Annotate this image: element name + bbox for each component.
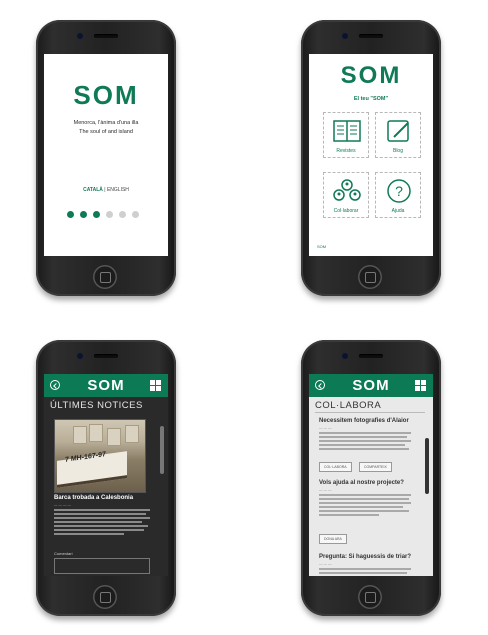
home-button[interactable] — [358, 585, 382, 609]
tagline-ca: Menorca, l'ànima d'una illa — [73, 120, 139, 126]
grid-menu-icon[interactable] — [150, 380, 161, 391]
front-camera — [77, 33, 83, 39]
menu-footer: SOM — [317, 244, 327, 249]
question-2-title[interactable]: Vols ajuda al nostre projecte? — [319, 480, 404, 486]
app-header: SOM — [44, 374, 168, 397]
news-screen: SOM ÚLTIMES NOTICES 7 MH-167-97 Barca tr… — [44, 374, 168, 576]
front-camera — [342, 33, 348, 39]
collabora-screen: SOM COL·LABORA Necessitem fotografies d'… — [309, 374, 433, 576]
phone-splash: SOM Menorca, l'ànima d'una illa The soul… — [36, 20, 176, 296]
home-button[interactable] — [93, 585, 117, 609]
tile-ajuda[interactable]: ? Ajuda — [375, 172, 421, 218]
home-button[interactable] — [93, 265, 117, 289]
lang-english[interactable]: ENGLISH — [107, 187, 129, 193]
menu-subtitle: El teu "SOM" — [353, 96, 389, 102]
menu-screen: SOM El teu "SOM" Revistes Blog Col·labor… — [309, 54, 433, 256]
collabora-button[interactable]: COL·LABORA — [319, 462, 352, 472]
language-selector: CATALÀ | ENGLISH — [44, 187, 168, 193]
app-logo: SOM — [73, 80, 139, 110]
phone-menu: SOM El teu "SOM" Revistes Blog Col·labor… — [301, 20, 441, 296]
scrollbar[interactable] — [160, 426, 164, 474]
question-2-text — [319, 494, 411, 518]
tile-label: Revistes — [336, 148, 356, 154]
earpiece — [94, 354, 118, 358]
page-dot[interactable] — [119, 211, 126, 218]
app-logo: SOM — [340, 62, 402, 89]
lang-catala[interactable]: CATALÀ — [83, 187, 103, 193]
article-title[interactable]: Barca trobada a Calesbonia — [54, 495, 133, 501]
earpiece — [359, 34, 383, 38]
grid-menu-icon[interactable] — [415, 380, 426, 391]
earpiece — [94, 34, 118, 38]
app-header: SOM — [309, 374, 433, 397]
page-indicator — [67, 211, 139, 218]
page-dot[interactable] — [93, 211, 100, 218]
article-date: — — — — — [54, 503, 71, 507]
tile-collaborar[interactable]: Col·laborar — [323, 172, 369, 218]
home-button[interactable] — [358, 265, 382, 289]
question-3-text — [319, 568, 411, 576]
question-1-date: — — — — [319, 426, 332, 430]
news-photo[interactable]: 7 MH-167-97 — [54, 419, 146, 493]
book-icon — [333, 120, 361, 142]
share-button[interactable]: COMPARTEIX — [359, 462, 392, 472]
question-2-date: — — — — [319, 488, 332, 492]
splash-screen: SOM Menorca, l'ànima d'una illa The soul… — [44, 54, 168, 256]
section-title: COL·LABORA — [315, 400, 382, 411]
question-1-title[interactable]: Necessitem fotografies d'Alaior — [319, 418, 409, 424]
svg-text:?: ? — [395, 183, 403, 199]
divider — [315, 412, 425, 413]
tile-blog[interactable]: Blog — [375, 112, 421, 158]
tile-revistes[interactable]: Revistes — [323, 112, 369, 158]
article-text — [54, 509, 150, 537]
front-camera — [77, 353, 83, 359]
tile-label: Blog — [392, 148, 403, 154]
question-icon: ? — [387, 179, 411, 203]
comment-input[interactable] — [54, 558, 150, 574]
phone-news: SOM ÚLTIMES NOTICES 7 MH-167-97 Barca tr… — [36, 340, 176, 616]
page-dot[interactable] — [106, 211, 113, 218]
scrollbar[interactable] — [425, 438, 429, 494]
tagline-en: The soul of and island — [79, 129, 133, 135]
section-title: ÚLTIMES NOTICES — [50, 400, 143, 411]
pencil-icon — [387, 120, 409, 142]
phone-collabora: SOM COL·LABORA Necessitem fotografies d'… — [301, 340, 441, 616]
comments-label: Comentari — [54, 551, 73, 556]
donate-button[interactable]: DONA ARA — [319, 534, 347, 544]
question-3-date: — — — — [319, 562, 332, 566]
tile-label: Ajuda — [391, 208, 405, 214]
tile-label: Col·laborar — [333, 208, 359, 214]
tagline: Menorca, l'ànima d'una illa The soul of … — [44, 119, 168, 137]
page-dot[interactable] — [67, 211, 74, 218]
people-icon — [333, 179, 361, 201]
front-camera — [342, 353, 348, 359]
page-dot[interactable] — [132, 211, 139, 218]
question-3-title[interactable]: Pregunta: Si haguessis de triar? — [319, 554, 411, 560]
question-1-text — [319, 432, 411, 452]
page-dot[interactable] — [80, 211, 87, 218]
earpiece — [359, 354, 383, 358]
